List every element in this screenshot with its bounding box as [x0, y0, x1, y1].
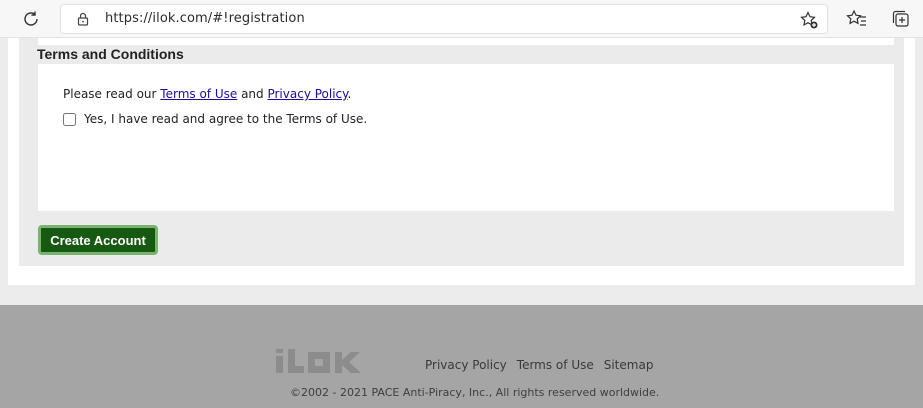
footer-link-sitemap[interactable]: Sitemap	[604, 358, 654, 372]
privacy-policy-link[interactable]: Privacy Policy	[267, 87, 347, 101]
browser-toolbar: https://ilok.com/#!registration	[0, 0, 923, 38]
agree-label: Yes, I have read and agree to the Terms …	[84, 112, 368, 126]
collections-icon[interactable]	[890, 8, 912, 30]
url-text[interactable]: https://ilok.com/#!registration	[105, 11, 305, 26]
footer: Privacy Policy Terms of Use Sitemap ©200…	[0, 305, 923, 408]
agree-row[interactable]: Yes, I have read and agree to the Terms …	[63, 112, 367, 126]
refresh-icon[interactable]	[20, 8, 42, 30]
copyright-text: ©2002 - 2021 PACE Anti-Piracy, Inc., All…	[290, 386, 660, 399]
section-title: Terms and Conditions	[37, 46, 184, 62]
read-and: and	[237, 87, 268, 101]
footer-link-terms[interactable]: Terms of Use	[517, 358, 594, 372]
favorites-icon[interactable]	[846, 8, 868, 30]
read-period: .	[347, 87, 352, 101]
agree-checkbox[interactable]	[63, 112, 76, 126]
lock-icon[interactable]	[75, 11, 91, 27]
footer-link-privacy[interactable]: Privacy Policy	[425, 358, 507, 372]
footer-links: Privacy Policy Terms of Use Sitemap	[425, 358, 653, 372]
terms-read-text: Please read our Terms of Use and Privacy…	[63, 87, 351, 101]
read-prefix: Please read our	[63, 87, 161, 101]
terms-content: Please read our Terms of Use and Privacy…	[38, 64, 894, 211]
add-favorite-icon[interactable]	[799, 10, 819, 30]
previous-section-edge	[38, 38, 894, 45]
create-account-button[interactable]: Create Account	[38, 225, 158, 255]
address-bar[interactable]: https://ilok.com/#!registration	[60, 4, 828, 34]
ilok-logo[interactable]	[274, 349, 374, 373]
terms-of-use-link[interactable]: Terms of Use	[160, 87, 237, 101]
